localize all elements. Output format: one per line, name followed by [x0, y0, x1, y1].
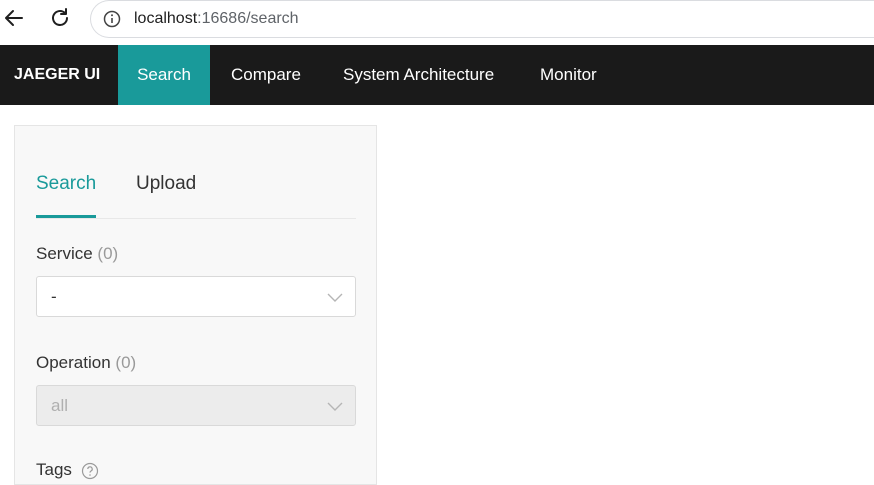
url-text[interactable]: localhost:16686/search [134, 9, 299, 29]
tags-label-text: Tags [36, 460, 72, 479]
operation-select-value: all [51, 396, 69, 415]
active-tab-indicator [36, 215, 96, 218]
info-icon[interactable] [102, 9, 122, 29]
arrow-left-icon [5, 10, 23, 26]
browser-toolbar: localhost:16686/search [0, 0, 874, 44]
back-button[interactable] [0, 4, 28, 32]
url-host: localhost [134, 10, 198, 27]
panel-tabs: Search Upload [36, 126, 356, 219]
reload-icon [52, 8, 68, 26]
operation-select[interactable]: all [36, 385, 356, 426]
question-circle-icon[interactable] [81, 462, 99, 480]
operation-count: (0) [115, 353, 137, 372]
address-bar[interactable]: localhost:16686/search [90, 0, 874, 38]
tab-search[interactable]: Search [36, 172, 96, 196]
operation-label-text: Operation [36, 353, 111, 372]
nav-item-search[interactable]: Search [118, 45, 210, 105]
reload-button[interactable] [46, 4, 74, 32]
url-path: :16686/search [197, 10, 299, 27]
nav-item-monitor[interactable]: Monitor [540, 45, 597, 105]
chevron-down-icon [327, 293, 343, 302]
tab-upload[interactable]: Upload [136, 172, 196, 196]
chevron-down-icon [327, 402, 343, 411]
service-label-text: Service [36, 244, 93, 263]
nav-item-compare[interactable]: Compare [231, 45, 301, 105]
brand-logo[interactable]: JAEGER UI [14, 45, 100, 105]
service-select[interactable]: - [36, 276, 356, 317]
search-panel: Search Upload Service (0) - Operation (0… [14, 125, 377, 485]
service-select-value: - [51, 287, 57, 306]
operation-label: Operation (0) [36, 352, 136, 374]
tags-label: Tags [36, 459, 99, 481]
service-label: Service (0) [36, 243, 118, 265]
top-navigation: JAEGER UI Search Compare System Architec… [0, 45, 874, 105]
service-count: (0) [97, 244, 119, 263]
nav-item-system-architecture[interactable]: System Architecture [343, 45, 494, 105]
